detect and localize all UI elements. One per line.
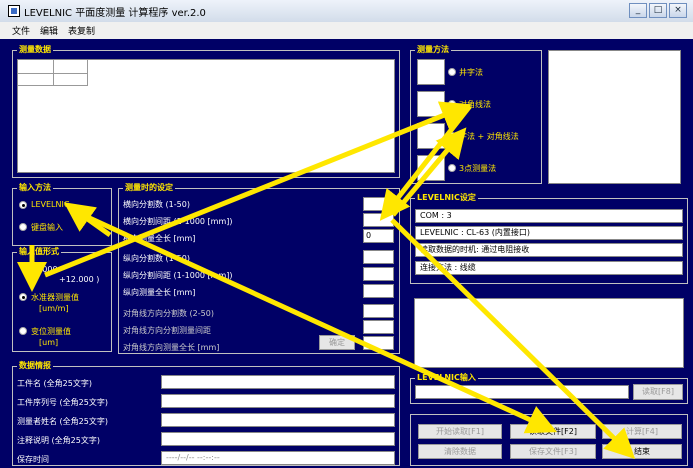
annotation-arrows	[17, 101, 636, 460]
arrow-to-end-button	[390, 218, 636, 460]
arrow-to-diagonal-method	[44, 101, 472, 278]
arrow-to-read-file	[70, 207, 558, 434]
arrow-to-grid-diagonal	[391, 127, 467, 217]
